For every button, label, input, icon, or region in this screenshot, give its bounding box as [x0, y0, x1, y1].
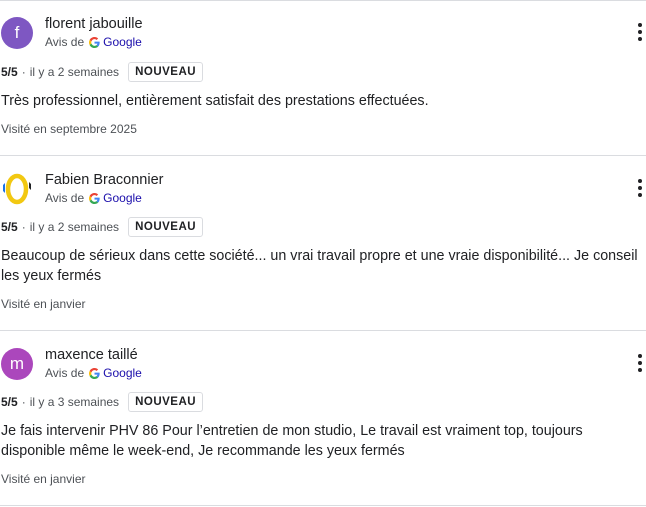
meta-separator: ·: [21, 65, 26, 79]
rating: 5/5: [1, 395, 18, 409]
avatar[interactable]: [1, 173, 33, 205]
review-meta: 5/5 · il y a 2 semaines NOUVEAU: [1, 61, 204, 83]
avatar[interactable]: f: [1, 17, 33, 49]
review-divider: [0, 155, 646, 156]
source-name[interactable]: Google: [103, 191, 142, 205]
rating: 5/5: [1, 65, 18, 79]
new-badge: NOUVEAU: [128, 392, 204, 412]
review-date: il y a 2 semaines: [29, 65, 120, 79]
source-prefix: Avis de: [45, 366, 85, 380]
more-vert-icon[interactable]: [633, 23, 646, 41]
review-divider: [0, 330, 646, 331]
review-source: Avis de Google: [45, 35, 142, 49]
avatar[interactable]: m: [1, 348, 33, 380]
review-text: Très professionnel, entièrement satisfai…: [1, 93, 429, 109]
more-vert-icon[interactable]: [633, 179, 646, 197]
review-source: Avis de Google: [45, 191, 142, 205]
meta-separator: ·: [21, 395, 26, 409]
new-badge: NOUVEAU: [128, 217, 204, 237]
review-meta: 5/5 · il y a 2 semaines NOUVEAU: [1, 216, 204, 238]
source-name[interactable]: Google: [103, 35, 142, 49]
source-prefix: Avis de: [45, 191, 85, 205]
review-source: Avis de Google: [45, 366, 142, 380]
visited-date: Visité en septembre 2025: [1, 122, 137, 136]
source-prefix: Avis de: [45, 35, 85, 49]
visited-date: Visité en janvier: [1, 472, 86, 486]
review-item: f florent jabouille Avis de Google 5/5 ·…: [0, 16, 646, 142]
more-vert-icon[interactable]: [633, 354, 646, 372]
review-text: Je fais intervenir PHV 86 Pour l’entreti…: [1, 423, 583, 459]
reviewer-name[interactable]: maxence taillé: [45, 347, 138, 363]
review-item: m maxence taillé Avis de Google 5/5 · il…: [0, 347, 646, 493]
source-name[interactable]: Google: [103, 366, 142, 380]
meta-separator: ·: [21, 220, 26, 234]
visited-date: Visité en janvier: [1, 297, 86, 311]
new-badge: NOUVEAU: [128, 62, 204, 82]
review-meta: 5/5 · il y a 3 semaines NOUVEAU: [1, 391, 204, 413]
review-date: il y a 2 semaines: [29, 220, 120, 234]
review-divider: [0, 505, 646, 506]
review-divider: [0, 0, 646, 1]
review-text: Beaucoup de sérieux dans cette société..…: [1, 248, 638, 284]
review-item: Fabien Braconnier Avis de Google 5/5 · i…: [0, 172, 646, 318]
rating: 5/5: [1, 220, 18, 234]
reviewer-name[interactable]: florent jabouille: [45, 16, 143, 32]
google-g-icon: [89, 36, 100, 48]
google-g-icon: [89, 192, 100, 204]
reviewer-name[interactable]: Fabien Braconnier: [45, 172, 164, 188]
review-date: il y a 3 semaines: [29, 395, 120, 409]
google-g-icon: [89, 367, 100, 379]
